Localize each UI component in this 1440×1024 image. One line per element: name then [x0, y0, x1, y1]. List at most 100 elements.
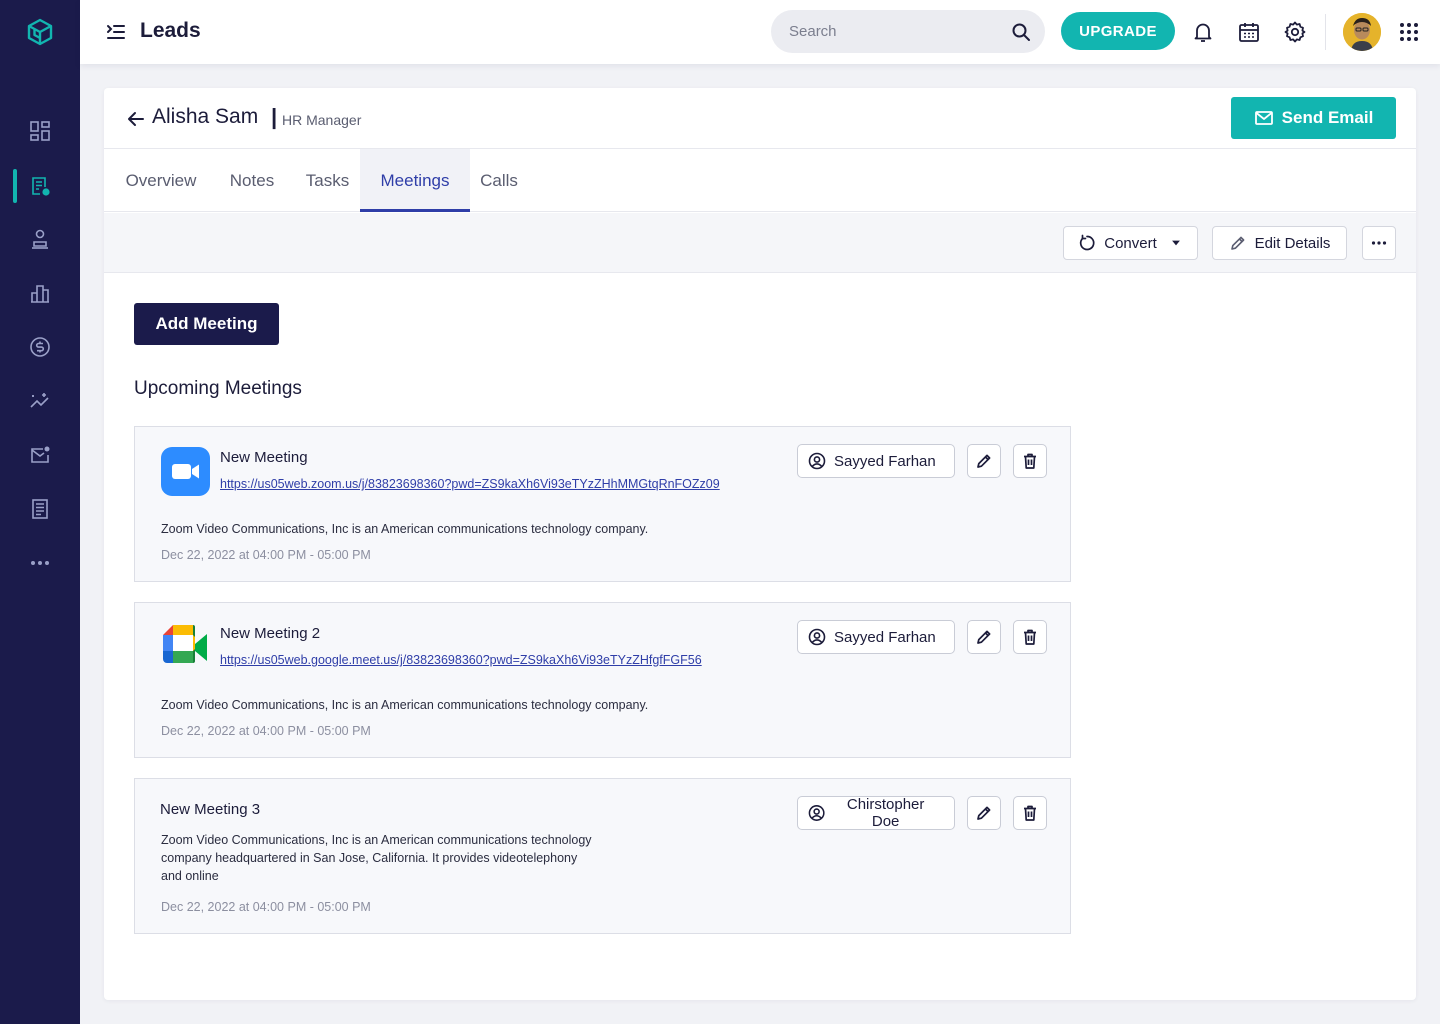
send-email-label: Send Email — [1281, 108, 1374, 127]
pencil-icon — [1230, 236, 1244, 250]
lead-name-separator: | — [271, 104, 278, 129]
sidebar-item-reports[interactable] — [0, 276, 80, 310]
ellipsis-icon — [1371, 241, 1387, 245]
trash-icon — [1024, 629, 1036, 645]
calendar-icon[interactable] — [1237, 20, 1261, 44]
delete-meeting-button[interactable] — [1013, 620, 1047, 654]
meeting-card: New Meeting 3 Zoom Video Communications,… — [134, 778, 1071, 934]
convert-label: Convert — [1104, 234, 1157, 252]
tab-tasks[interactable]: Tasks — [305, 149, 350, 212]
tab-notes[interactable]: Notes — [229, 149, 275, 212]
meeting-date: Dec 22, 2022 at 04:00 PM - 05:00 PM — [161, 900, 371, 914]
google-meet-icon — [163, 625, 207, 663]
convert-button[interactable]: Convert — [1063, 226, 1198, 260]
meeting-title: New Meeting — [220, 449, 308, 466]
meeting-description-line: Zoom Video Communications, Inc is an Ame… — [161, 833, 592, 847]
sidebar-item-leads[interactable] — [0, 169, 80, 203]
upgrade-button[interactable]: UPGRADE — [1061, 12, 1175, 50]
meeting-card: New Meeting https://us05web.zoom.us/j/83… — [134, 426, 1071, 582]
zoom-icon — [161, 447, 210, 496]
pencil-icon — [977, 454, 991, 468]
user-avatar[interactable] — [1343, 13, 1381, 51]
meeting-date: Dec 22, 2022 at 04:00 PM - 05:00 PM — [161, 548, 371, 562]
contacts-icon — [32, 229, 48, 249]
mail-icon — [31, 446, 50, 463]
search-input[interactable] — [789, 23, 1011, 40]
documents-icon — [32, 499, 48, 519]
tab-overview[interactable]: Overview — [124, 149, 198, 212]
edit-details-label: Edit Details — [1254, 234, 1331, 252]
meeting-owner-button[interactable]: Sayyed Farhan — [797, 444, 955, 478]
meeting-card: New Meeting 2 https://us05web.google.mee… — [134, 602, 1071, 758]
pencil-icon — [977, 806, 991, 820]
sidebar-item-deals[interactable] — [0, 330, 80, 364]
meeting-owner-button[interactable]: Chirstopher Doe — [797, 796, 955, 830]
sidebar-item-more[interactable] — [0, 546, 80, 580]
lead-role: HR Manager — [282, 112, 362, 128]
send-email-button[interactable]: Send Email — [1231, 97, 1396, 139]
top-header: Leads UPGRADE — [80, 0, 1440, 64]
user-circle-icon — [808, 805, 825, 821]
more-icon — [31, 561, 49, 565]
app-logo-icon[interactable] — [26, 18, 54, 46]
meeting-title: New Meeting 2 — [220, 625, 321, 642]
avatar-image-icon — [1343, 13, 1381, 51]
meeting-owner-name: Sayyed Farhan — [834, 628, 936, 646]
user-circle-icon — [808, 452, 826, 470]
meeting-description-line: company headquartered in San Jose, Calif… — [161, 851, 578, 865]
more-options-button[interactable] — [1362, 226, 1396, 260]
meeting-owner-button[interactable]: Sayyed Farhan — [797, 620, 955, 654]
lead-detail-card: Alisha Sam | HR Manager Send Email Overv… — [104, 88, 1416, 1000]
sidebar — [0, 0, 80, 1024]
tab-meetings[interactable]: Meetings — [360, 149, 470, 212]
deals-icon — [30, 337, 50, 357]
user-circle-icon — [808, 628, 826, 646]
leads-icon — [32, 177, 50, 196]
meeting-link[interactable]: https://us05web.zoom.us/j/83823698360?pw… — [220, 477, 720, 491]
meeting-link[interactable]: https://us05web.google.meet.us/j/8382369… — [220, 653, 702, 667]
meeting-owner-name: Sayyed Farhan — [834, 452, 936, 470]
meeting-title: New Meeting 3 — [160, 801, 261, 818]
header-divider — [1325, 14, 1326, 50]
page-title: Leads — [140, 19, 201, 42]
envelope-icon — [1254, 111, 1273, 125]
analytics-icon — [30, 393, 49, 408]
delete-meeting-button[interactable] — [1013, 796, 1047, 830]
meeting-description: Zoom Video Communications, Inc is an Ame… — [161, 522, 649, 536]
sidebar-item-documents[interactable] — [0, 492, 80, 526]
delete-meeting-button[interactable] — [1013, 444, 1047, 478]
back-arrow-icon[interactable] — [126, 109, 146, 129]
search-icon[interactable] — [1011, 22, 1031, 42]
edit-meeting-button[interactable] — [967, 620, 1001, 654]
edit-details-button[interactable]: Edit Details — [1212, 226, 1347, 260]
add-meeting-button[interactable]: Add Meeting — [134, 303, 279, 345]
dashboard-icon — [30, 121, 50, 141]
gear-icon[interactable] — [1283, 20, 1307, 44]
meeting-owner-name: Chirstopher Doe — [846, 796, 925, 830]
apps-grid-icon[interactable] — [1399, 22, 1419, 42]
rotate-icon — [1080, 234, 1095, 251]
sidebar-item-analytics[interactable] — [0, 384, 80, 418]
sidebar-item-contacts[interactable] — [0, 222, 80, 256]
upcoming-meetings-heading: Upcoming Meetings — [134, 378, 302, 399]
caret-down-icon — [1171, 240, 1180, 246]
meeting-description-line: and online — [161, 869, 219, 883]
action-toolbar: Convert Edit Details — [104, 213, 1416, 273]
edit-meeting-button[interactable] — [967, 444, 1001, 478]
tab-bar: Overview Notes Tasks Meetings Calls — [104, 149, 1416, 212]
pencil-icon — [977, 630, 991, 644]
reports-icon — [31, 285, 49, 303]
edit-meeting-button[interactable] — [967, 796, 1001, 830]
lead-header: Alisha Sam | HR Manager Send Email — [104, 88, 1416, 149]
lead-name: Alisha Sam — [152, 105, 259, 128]
sidebar-item-mail[interactable] — [0, 438, 80, 472]
sidebar-item-dashboard[interactable] — [0, 114, 80, 148]
menu-collapse-icon[interactable] — [106, 22, 126, 42]
trash-icon — [1024, 453, 1036, 469]
search-bar[interactable] — [771, 10, 1045, 53]
tab-calls[interactable]: Calls — [479, 149, 519, 212]
trash-icon — [1024, 805, 1036, 821]
meeting-description: Zoom Video Communications, Inc is an Ame… — [161, 698, 649, 712]
meeting-date: Dec 22, 2022 at 04:00 PM - 05:00 PM — [161, 724, 371, 738]
bell-icon[interactable] — [1191, 20, 1215, 44]
